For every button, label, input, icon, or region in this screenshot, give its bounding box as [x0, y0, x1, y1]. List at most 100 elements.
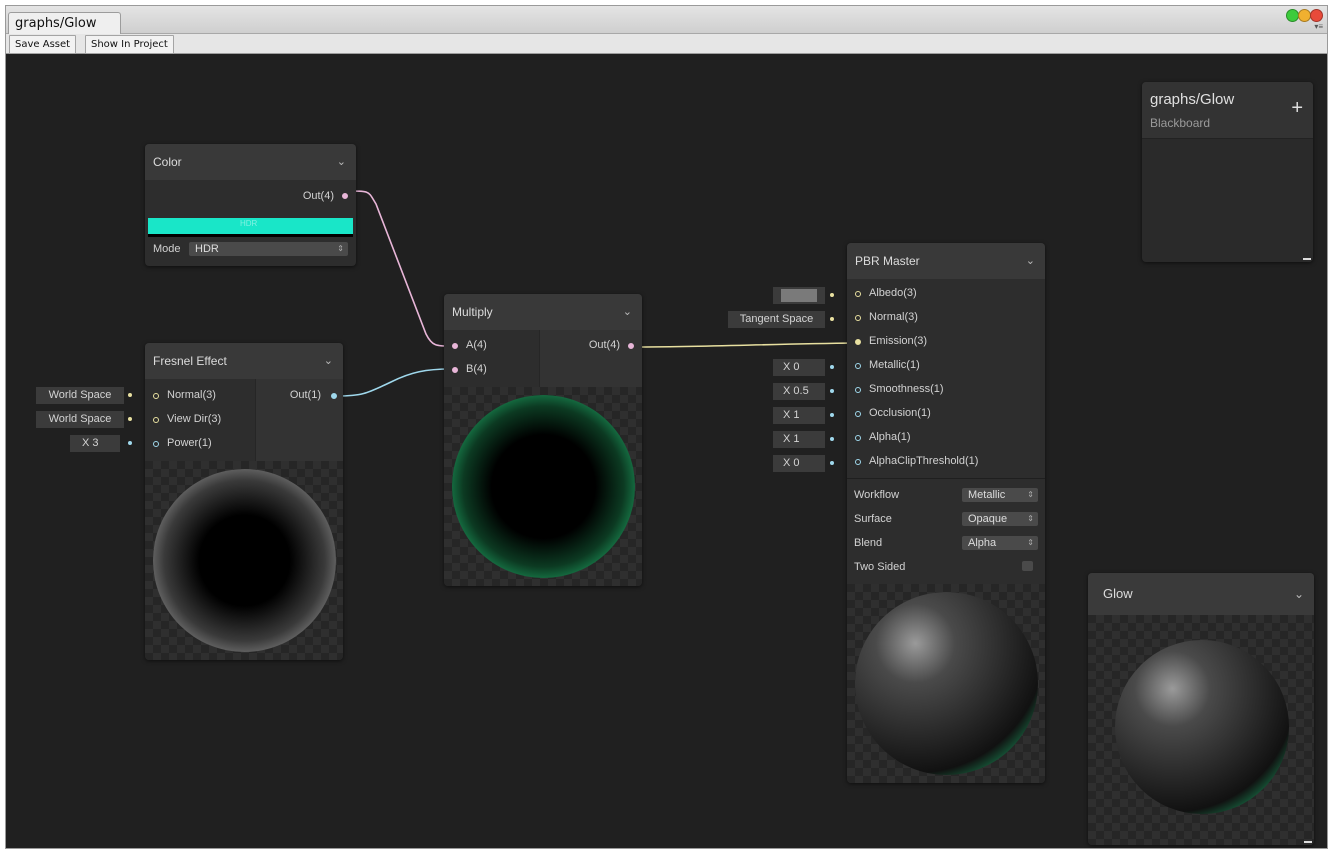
smoothness-label: Smoothness(1): [869, 383, 944, 395]
blend-label: Blend: [854, 537, 883, 549]
fresnel-normal-ext-dot: [128, 393, 132, 397]
ext-dot: [830, 437, 834, 441]
emission-port[interactable]: [855, 339, 861, 345]
normal-label: Normal(3): [869, 311, 918, 323]
surface-dropdown[interactable]: Opaque ⇕: [962, 512, 1038, 526]
multiply-out-port[interactable]: [628, 343, 634, 349]
chevron-down-icon[interactable]: ⌄: [1294, 573, 1304, 615]
chevron-down-icon[interactable]: ⌄: [623, 294, 632, 330]
pbr-sphere: [855, 592, 1038, 775]
multiply-preview: [444, 387, 642, 586]
alpha-port[interactable]: [855, 435, 861, 441]
fresnel-viewdir-port[interactable]: [153, 417, 159, 423]
pbr-node-header[interactable]: PBR Master ⌄: [847, 243, 1045, 279]
pbr-master-node[interactable]: PBR Master ⌄ Albedo(3) Normal(3) Emissio…: [847, 243, 1045, 783]
ext-dot: [830, 365, 834, 369]
albedo-port[interactable]: [855, 291, 861, 297]
smoothness-field[interactable]: X 0.5: [773, 383, 825, 400]
main-preview-panel[interactable]: Glow ⌄: [1088, 573, 1314, 845]
fresnel-effect-node[interactable]: Fresnel Effect ⌄ Normal(3) View Dir(3) P…: [145, 343, 343, 660]
dropdown-arrow-icon: ⇕: [1027, 514, 1034, 523]
blackboard-title: graphs/Glow: [1150, 91, 1235, 108]
multiply-a-label: A(4): [466, 339, 487, 351]
workflow-label: Workflow: [854, 489, 900, 501]
alpha-label: Alpha(1): [869, 431, 911, 443]
blend-value: Alpha: [968, 537, 997, 549]
window-tab[interactable]: graphs/Glow: [8, 12, 122, 34]
show-in-project-button[interactable]: Show In Project: [85, 35, 174, 54]
albedo-label: Albedo(3): [869, 287, 917, 299]
multiply-a-port[interactable]: [452, 343, 458, 349]
multiply-node-header[interactable]: Multiply ⌄: [444, 294, 642, 330]
color-node-title: Color: [153, 155, 182, 169]
smoothness-port[interactable]: [855, 387, 861, 393]
wire-fresnel-to-multiply-b: [336, 368, 452, 397]
chevron-down-icon[interactable]: ⌄: [324, 343, 333, 379]
main-preview-header[interactable]: Glow ⌄: [1088, 573, 1314, 615]
add-property-button[interactable]: +: [1291, 98, 1303, 118]
color-out-port[interactable]: [342, 193, 348, 199]
multiply-node[interactable]: Multiply ⌄ A(4) B(4) Out(4): [444, 294, 642, 586]
window-menu-icon[interactable]: ▾≡: [1314, 22, 1323, 31]
workflow-dropdown[interactable]: Metallic ⇕: [962, 488, 1038, 502]
metallic-label: Metallic(1): [869, 359, 920, 371]
chevron-down-icon[interactable]: ⌄: [1026, 243, 1035, 279]
ext-dot: [830, 317, 834, 321]
blend-dropdown[interactable]: Alpha ⇕: [962, 536, 1038, 550]
ext-dot: [830, 461, 834, 465]
fresnel-viewdir-ext-dot: [128, 417, 132, 421]
clip-threshold-label: AlphaClipThreshold(1): [869, 455, 979, 467]
multiply-b-port[interactable]: [452, 367, 458, 373]
fresnel-node-header[interactable]: Fresnel Effect ⌄: [145, 343, 343, 379]
dropdown-arrow-icon: ⇕: [1027, 538, 1034, 547]
glow-sphere: [1115, 640, 1289, 814]
ext-dot: [830, 413, 834, 417]
occlusion-field[interactable]: X 1: [773, 407, 825, 424]
multiply-out-label: Out(4): [588, 339, 620, 351]
albedo-color-field[interactable]: [773, 287, 825, 304]
fresnel-node-title: Fresnel Effect: [153, 354, 227, 368]
fresnel-power-field[interactable]: X 3: [70, 435, 120, 452]
mode-dropdown[interactable]: HDR ⇕: [189, 242, 348, 256]
fresnel-normal-label: Normal(3): [167, 389, 216, 401]
chevron-down-icon[interactable]: ⌄: [337, 144, 346, 180]
fresnel-viewdir-label: View Dir(3): [167, 413, 222, 425]
normal-space-field[interactable]: Tangent Space: [728, 311, 825, 328]
workflow-value: Metallic: [968, 489, 1006, 501]
close-window-icon[interactable]: [1310, 9, 1323, 22]
normal-port[interactable]: [855, 315, 861, 321]
albedo-swatch[interactable]: [781, 289, 817, 302]
fresnel-normal-space-field[interactable]: World Space: [36, 387, 124, 404]
shader-graph-window: graphs/Glow ▾≡ Save Asset Show In Projec…: [5, 5, 1328, 849]
swatch-hdr-text: HDR: [240, 219, 258, 228]
save-asset-button[interactable]: Save Asset: [9, 35, 77, 54]
color-swatch[interactable]: HDR: [148, 218, 353, 237]
clip-threshold-field[interactable]: X 0: [773, 455, 825, 472]
blackboard-panel[interactable]: graphs/Glow Blackboard +: [1142, 82, 1313, 262]
mode-label: Mode: [153, 243, 181, 255]
color-node[interactable]: Color ⌄ Out(4) HDR Mode HDR ⇕: [145, 144, 356, 266]
clip-threshold-port[interactable]: [855, 459, 861, 465]
pbr-ext-dots: [830, 293, 846, 465]
occlusion-port[interactable]: [855, 411, 861, 417]
two-sided-checkbox[interactable]: [1022, 561, 1033, 571]
fresnel-power-port[interactable]: [153, 441, 159, 447]
resize-handle-icon[interactable]: [1303, 258, 1311, 260]
resize-handle-icon[interactable]: [1304, 841, 1312, 843]
fresnel-out-port[interactable]: [331, 393, 337, 399]
color-out-label: Out(4): [302, 190, 334, 202]
graph-canvas[interactable]: Color ⌄ Out(4) HDR Mode HDR ⇕ World Spac…: [6, 54, 1327, 848]
fresnel-power-label: Power(1): [167, 437, 212, 449]
metallic-field[interactable]: X 0: [773, 359, 825, 376]
main-preview-viewport[interactable]: [1088, 615, 1314, 845]
fresnel-power-ext-dot: [128, 441, 132, 445]
color-node-header[interactable]: Color ⌄: [145, 144, 356, 180]
fresnel-normal-port[interactable]: [153, 393, 159, 399]
fresnel-out-label: Out(1): [289, 389, 321, 401]
fresnel-viewdir-space-field[interactable]: World Space: [36, 411, 124, 428]
alpha-field[interactable]: X 1: [773, 431, 825, 448]
dropdown-arrow-icon: ⇕: [337, 244, 344, 253]
metallic-port[interactable]: [855, 363, 861, 369]
pbr-preview: [847, 584, 1045, 783]
multiply-sphere: [452, 395, 635, 578]
